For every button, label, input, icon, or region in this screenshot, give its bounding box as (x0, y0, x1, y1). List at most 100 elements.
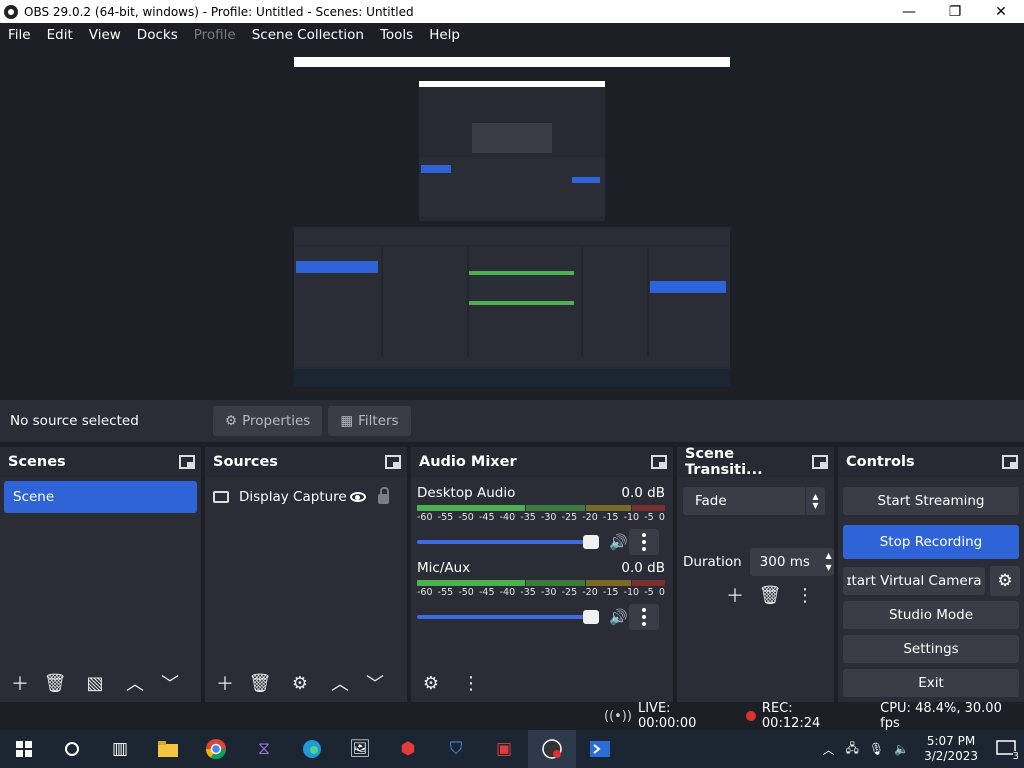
scene-item[interactable]: Scene (4, 481, 197, 513)
chevron-up-icon[interactable]: ︿ (823, 741, 835, 758)
source-properties-button[interactable]: ⚙ (285, 669, 315, 697)
edge-icon[interactable] (288, 730, 336, 768)
scale-tick: -55 (437, 587, 454, 598)
undock-icon[interactable] (385, 455, 401, 469)
scale-tick: -15 (602, 512, 619, 523)
security-shield-icon[interactable]: ⛉ (432, 730, 480, 768)
red-app-icon[interactable]: ⬢ (384, 730, 432, 768)
add-scene-button[interactable]: ＋ (5, 669, 35, 697)
mixer-toolbar: ⚙ ⋮ (411, 668, 486, 698)
task-view-icon[interactable]: ▥ (96, 730, 144, 768)
add-transition-button[interactable]: ＋ (720, 581, 750, 609)
lock-icon[interactable] (378, 487, 389, 504)
move-scene-down-button[interactable]: ﹀ (155, 669, 185, 697)
channel-menu-button[interactable] (629, 604, 659, 630)
source-item[interactable]: Display Capture (213, 485, 399, 509)
advanced-audio-button[interactable]: ⚙ (416, 669, 446, 697)
undock-icon[interactable] (179, 455, 195, 469)
properties-label: Properties (242, 413, 311, 429)
notifications-icon[interactable]: 3 (988, 730, 1024, 768)
transition-menu-button[interactable]: ⋮ (790, 581, 820, 609)
speaker-icon[interactable]: 🔊 (609, 608, 628, 626)
controls-header: Controls (838, 447, 1024, 477)
scenes-header: Scenes (0, 447, 201, 477)
menu-edit[interactable]: Edit (39, 27, 81, 43)
microphone-icon[interactable]: 🎙 (869, 742, 884, 756)
volume-slider[interactable] (417, 610, 599, 624)
scale-tick: -25 (561, 587, 578, 598)
exit-button[interactable]: Exit (843, 669, 1019, 697)
remove-scene-button[interactable]: 🗑 (40, 669, 70, 697)
volume-tray-icon[interactable]: 🔈 (894, 742, 909, 756)
scale-tick: -50 (458, 587, 474, 598)
scale-tick: -45 (478, 512, 495, 523)
virtual-camera-settings-button[interactable]: ⚙ (990, 566, 1020, 596)
spin-arrows-icon[interactable]: ▲ ▼ (825, 548, 831, 576)
scale-tick: 0 (658, 587, 665, 598)
settings-button[interactable]: Settings (843, 635, 1019, 663)
preview-area (0, 47, 1024, 400)
network-tray-icon[interactable]: 🖧 (846, 739, 859, 760)
channel-level: 0.0 dB (621, 560, 665, 576)
scale-tick: -5 (644, 512, 654, 523)
image-viewer-icon[interactable]: 🖼 (336, 730, 384, 768)
chrome-icon[interactable] (192, 730, 240, 768)
live-status: LIVE: 00:00:00 (637, 701, 697, 731)
menu-profile[interactable]: Profile (186, 27, 244, 43)
remove-transition-button[interactable]: 🗑 (755, 581, 785, 609)
close-button[interactable]: ✕ (978, 0, 1024, 23)
recorder-app-icon[interactable]: ▣ (480, 730, 528, 768)
clock[interactable]: 5:07 PM 3/2/2023 (914, 734, 988, 764)
remove-source-button[interactable]: 🗑 (245, 669, 275, 697)
file-explorer-icon[interactable] (144, 730, 192, 768)
mixer-title: Audio Mixer (419, 454, 517, 470)
volume-slider[interactable] (417, 535, 599, 549)
chevron-updown-icon: ▲ ▼ (805, 487, 825, 515)
move-scene-up-button[interactable]: ︿ (120, 669, 150, 697)
speaker-icon[interactable]: 🔊 (609, 533, 628, 551)
windows-start-icon[interactable] (0, 730, 48, 768)
maximize-button[interactable]: ❐ (932, 0, 978, 23)
undock-icon[interactable] (1002, 455, 1018, 469)
powershell-icon[interactable] (576, 730, 624, 768)
channel-name: Mic/Aux (417, 560, 471, 576)
slider-thumb[interactable] (583, 535, 599, 549)
channel-menu-button[interactable] (629, 529, 659, 555)
slider-thumb[interactable] (583, 610, 599, 624)
visibility-eye-icon[interactable] (350, 492, 366, 502)
volume-meter (417, 580, 665, 586)
studio-mode-button[interactable]: Studio Mode (843, 601, 1019, 629)
duration-value: 300 ms (759, 554, 810, 570)
obs-logo-icon (4, 4, 18, 19)
rec-status: REC: 00:12:24 (761, 701, 821, 731)
search-icon[interactable] (48, 730, 96, 768)
mixer-menu-button[interactable]: ⋮ (456, 669, 486, 697)
minimize-button[interactable]: — (886, 0, 932, 23)
filters-button[interactable]: ▦ Filters (328, 406, 411, 436)
menu-tools[interactable]: Tools (372, 27, 421, 43)
menu-scene-collection[interactable]: Scene Collection (244, 27, 372, 43)
start-virtual-camera-button[interactable]: ɪtart Virtual Camera (843, 567, 985, 595)
undock-icon[interactable] (812, 455, 828, 469)
obs-taskbar-icon[interactable] (528, 730, 576, 768)
move-source-down-button[interactable]: ﹀ (360, 669, 390, 697)
duration-spinbox[interactable]: 300 ms ▲ ▼ (749, 548, 834, 576)
undock-icon[interactable] (651, 455, 667, 469)
menu-docks[interactable]: Docks (129, 27, 186, 43)
transition-select[interactable]: Fade ▲ ▼ (683, 487, 825, 515)
start-streaming-button[interactable]: Start Streaming (843, 487, 1019, 515)
stop-recording-button[interactable]: Stop Recording (843, 525, 1019, 559)
preview-canvas[interactable] (294, 57, 730, 387)
filter-icon: ▦ (340, 413, 354, 429)
menu-file[interactable]: File (0, 27, 39, 43)
scene-filters-button[interactable]: ▧ (80, 669, 110, 697)
menu-help[interactable]: Help (421, 27, 468, 43)
visual-studio-icon[interactable]: ⧖ (240, 730, 288, 768)
properties-button[interactable]: ⚙ Properties (213, 406, 323, 436)
no-source-label: No source selected (10, 413, 139, 429)
add-source-button[interactable]: ＋ (210, 669, 240, 697)
audio-mixer-dock: Audio Mixer Desktop Audio 0.0 dB -60 -55-… (411, 447, 673, 702)
taskbar: ▥ ⧖ 🖼 ⬢ ⛉ ▣ ︿ 🖧 🎙 🔈 5:07 PM 3/2/2023 3 (0, 730, 1024, 768)
menu-view[interactable]: View (81, 27, 129, 43)
move-source-up-button[interactable]: ︿ (325, 669, 355, 697)
